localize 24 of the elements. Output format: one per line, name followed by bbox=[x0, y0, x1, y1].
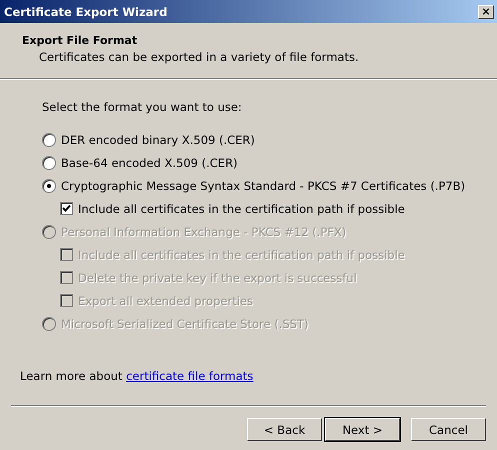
page-subtitle: Certificates can be exported in a variety of file formats. bbox=[38, 50, 360, 64]
radio-label: Base-64 encoded X.509 (.CER) bbox=[61, 156, 238, 170]
learn-more-text: Learn more about bbox=[20, 369, 122, 383]
checkbox-label: Delete the private key if the export is successful bbox=[78, 270, 357, 284]
radio-label: Personal Information Exchange - PKCS #12 (.PFX) bbox=[61, 224, 346, 238]
checkbox-label: Export all extended properties bbox=[78, 294, 253, 308]
wizard-button[interactable]: Cancel bbox=[411, 418, 486, 441]
prompt-text: Select the format you want to use: bbox=[41, 100, 243, 114]
radio-button[interactable] bbox=[42, 156, 56, 170]
checkbox[interactable] bbox=[60, 202, 73, 215]
checkbox-label: Include all certificates in the certification path if possible bbox=[78, 248, 405, 262]
formats-link[interactable]: certificate file formats bbox=[126, 369, 254, 383]
radio-label: Cryptographic Message Syntax Standard - PKCS #7 Certificates (.P7B) bbox=[61, 178, 466, 192]
close-button[interactable]: × bbox=[478, 4, 494, 18]
checkbox-label: Include all certificates in the certification path if possible bbox=[78, 202, 405, 216]
page-title: Export File Format bbox=[22, 34, 138, 47]
window-title: Certificate Export Wizard bbox=[4, 4, 168, 18]
radio-label: Microsoft Serialized Certificate Store (.SST) bbox=[61, 316, 308, 330]
radio-button[interactable] bbox=[42, 132, 56, 146]
wizard-button[interactable]: Next > bbox=[325, 418, 400, 441]
check-icon bbox=[62, 204, 71, 213]
wizard-button[interactable]: < Back bbox=[247, 418, 322, 441]
radio-label: DER encoded binary X.509 (.CER) bbox=[61, 132, 255, 146]
radio-button[interactable] bbox=[42, 178, 56, 192]
